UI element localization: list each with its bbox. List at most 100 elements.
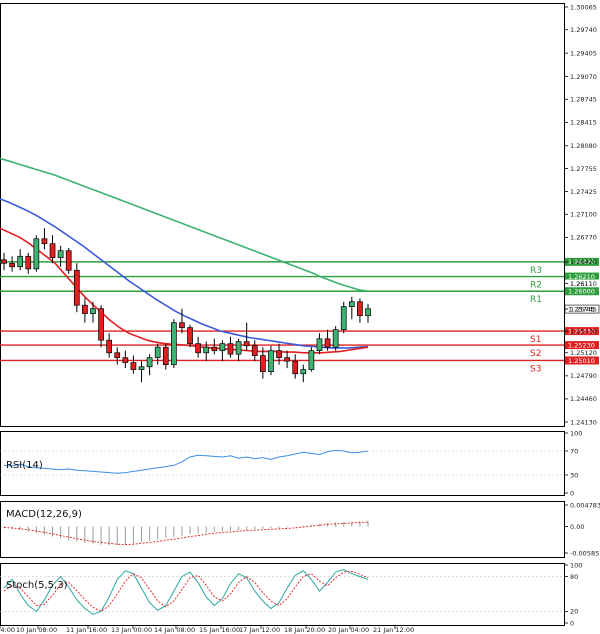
candle-down [1, 259, 7, 264]
candle-down [49, 243, 56, 259]
main-y-tick-label: 1.29740 [570, 26, 597, 34]
main-y-tick-label: 1.25120 [570, 349, 597, 357]
x-tick-label: 15 Jan 16:00 [199, 626, 240, 634]
main-y-tick-label: 1.28080 [570, 142, 597, 150]
macd-y-tick-label: -0.005857 [570, 549, 600, 557]
candle-down [162, 346, 169, 366]
main-y-tick-label: 1.29405 [570, 49, 597, 57]
level-tag-value: 1.25010 [568, 357, 595, 365]
candle-up [316, 338, 323, 352]
candle-up [90, 308, 96, 314]
level-label-r2: R2 [530, 281, 542, 291]
candle-up [171, 322, 177, 366]
candle-up [308, 350, 315, 370]
candle-up [138, 366, 145, 370]
candle-up [365, 308, 371, 317]
level-label-r1: R1 [530, 295, 542, 305]
level-label-r3: R3 [530, 266, 542, 276]
candle-up [235, 341, 242, 355]
candle-down [187, 327, 193, 345]
rsi-y-tick-label: 100 [570, 429, 582, 437]
main-y-tick-label: 1.26110 [570, 280, 597, 288]
candle-down [292, 360, 299, 375]
rsi-y-tick-label: 70 [570, 447, 578, 455]
candle-up [348, 301, 355, 307]
stoch-y-tick-label: 80 [570, 573, 578, 581]
candle-down [106, 339, 113, 354]
candle-down [324, 338, 331, 348]
x-tick-label: 9 Jan 24:00 [0, 626, 15, 634]
candle-down [276, 350, 282, 359]
stoch-panel-label: Stoch(5,5,3) [6, 580, 68, 591]
panel-frame-stoch [0, 563, 565, 626]
candle-up [219, 343, 226, 352]
candle-up [268, 350, 274, 373]
panel-frame-rsi [0, 431, 565, 496]
main-y-tick-label: 1.27100 [570, 211, 597, 219]
candle-down [114, 352, 121, 359]
candle-down [251, 345, 258, 356]
candle-down [211, 346, 218, 352]
macd-panel-label: MACD(12,26,9) [6, 509, 82, 520]
candle-up [154, 346, 161, 359]
chart-canvas: R3R2R1S1S2S3 1.264201.262101.26111.26000… [0, 3, 600, 634]
level-label-s3: S3 [530, 364, 541, 374]
main-y-tick-label: 1.24130 [570, 418, 597, 426]
main-y-tick-label: 1.24790 [570, 372, 597, 380]
candle-up [203, 346, 210, 354]
candle-down [9, 262, 15, 268]
x-tick-label: 17 Jan 12:00 [239, 626, 280, 634]
candle-down [284, 357, 290, 362]
main-y-tick-label: 1.28745 [570, 96, 597, 104]
level-label-s2: S2 [530, 349, 541, 359]
macd-y-tick-label: 0.004783 [570, 501, 600, 509]
level-tag-value: 1.26000 [568, 288, 595, 296]
candle-down [73, 269, 80, 306]
x-tick-label: 20 Jan 04:00 [328, 626, 369, 634]
candle-down [65, 250, 72, 271]
main-y-tick-label: 1.28415 [570, 119, 597, 127]
candle-down [98, 308, 104, 341]
candle-down [41, 238, 48, 245]
candle-down [122, 357, 129, 363]
candle-up [57, 250, 64, 259]
x-tick-label: 21 Jan 12:00 [373, 626, 414, 634]
candle-up [332, 329, 339, 348]
candle-up [17, 255, 24, 268]
rsi-panel-label: RSI(14) [6, 460, 43, 471]
x-tick-label: 14 Jan 08:00 [154, 626, 195, 634]
x-tick-label: 10 Jan 08:00 [16, 626, 57, 634]
rsi-y-tick-label: 0 [570, 489, 574, 497]
candle-up [33, 238, 40, 270]
candle-down [195, 343, 201, 354]
candle-up [300, 369, 307, 375]
stoch-y-tick-label: 0 [570, 619, 574, 627]
candle-up [340, 306, 347, 331]
candle-down [82, 304, 88, 314]
main-y-tick-label: 1.26420 [570, 258, 597, 266]
main-y-tick-label: 1.25745 [570, 305, 597, 313]
candle-up [146, 357, 153, 368]
x-tick-label: 13 Jan 00:00 [111, 626, 152, 634]
level-label-s1: S1 [530, 335, 541, 345]
main-y-tick-label: 1.26770 [570, 234, 597, 242]
x-tick-label: 18 Jan 20:00 [284, 626, 325, 634]
candle-down [227, 343, 234, 355]
main-y-tick-label: 1.29070 [570, 73, 597, 81]
stoch-y-tick-label: 100 [570, 561, 582, 569]
candle-down [243, 341, 250, 347]
rsi-y-tick-label: 30 [570, 471, 578, 479]
macd-y-tick-label: 0.00 [570, 523, 584, 531]
candle-down [357, 301, 363, 317]
candle-down [259, 355, 266, 373]
candle-down [25, 255, 32, 270]
panel-frame-main [0, 3, 565, 427]
candle-down [179, 322, 185, 328]
main-y-tick-label: 1.27425 [570, 188, 597, 196]
main-y-tick-label: 1.25430 [570, 327, 597, 335]
x-tick-label: 11 Jan 16:00 [66, 626, 107, 634]
candle-down [130, 362, 137, 370]
main-y-tick-label: 1.24460 [570, 395, 597, 403]
stoch-y-tick-label: 20 [570, 608, 578, 616]
main-y-tick-label: 1.27755 [570, 165, 597, 173]
